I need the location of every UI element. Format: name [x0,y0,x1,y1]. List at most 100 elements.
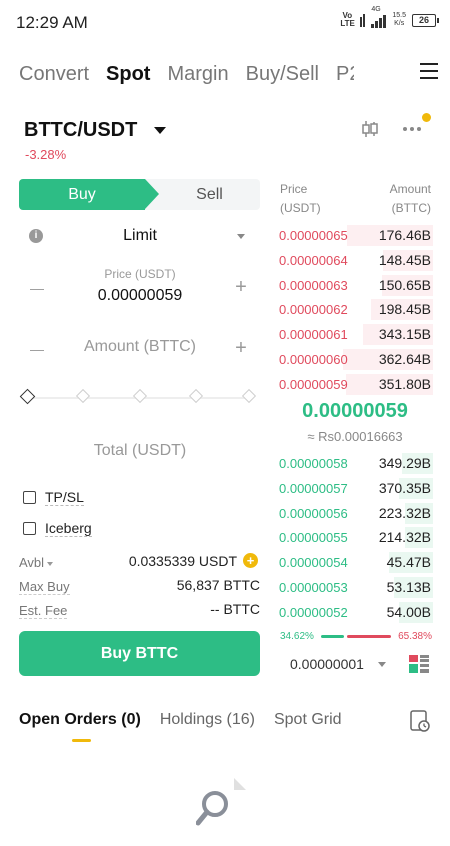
bid-row[interactable]: 0.00000056 223.32B [277,502,433,524]
caret-down-icon[interactable] [154,127,166,134]
slider-step-100[interactable] [241,388,257,404]
ask-row[interactable]: 0.00000062 198.45B [277,299,433,321]
price-label: Price (USDT) [104,267,176,281]
tab-open-orders[interactable]: Open Orders (0) [19,711,141,733]
bid-row[interactable]: 0.00000053 53.13B [277,577,433,598]
max-buy-label: Max Buy [19,579,70,595]
tab-convert[interactable]: Convert [19,63,89,86]
ask-amount: 362.64B [378,351,431,367]
bid-amount: 214.32B [378,529,431,546]
avbl-label[interactable]: Avbl [19,555,54,570]
ask-row[interactable]: 0.00000059 351.80B [277,373,433,395]
ask-price: 0.00000059 [279,376,348,392]
ask-price: 0.00000064 [279,252,348,268]
price-increase-button[interactable]: + [231,277,251,297]
info-icon[interactable]: i [29,229,43,243]
bid-price: 0.00000055 [279,530,348,546]
ob-price-header-unit: (USDT) [280,201,321,215]
iceberg-label[interactable]: Iceberg [45,520,92,537]
amount-decrease-button[interactable]: — [27,339,47,359]
ask-row[interactable]: 0.00000065 176.46B [277,225,433,246]
avbl-value: 0.0335339 USDT [128,553,237,569]
ask-price: 0.00000063 [279,277,348,293]
last-price[interactable]: 0.00000059 [277,400,433,423]
total-input[interactable]: Total (USDT) [60,442,220,460]
est-fee-value: -- BTTC [210,601,260,617]
amount-increase-button[interactable]: + [231,338,251,358]
empty-search-icon [196,778,246,826]
slider-step-75[interactable] [188,388,204,404]
ask-amount: 198.45B [378,301,431,318]
buy-ratio-bar [321,635,344,638]
bid-price: 0.00000053 [279,580,348,595]
battery-icon: 26 [412,13,439,27]
menu-icon[interactable] [420,63,438,79]
ob-amount-header: Amount (BTTC) [390,180,431,218]
tab-buy-sell[interactable]: Buy/Sell [246,63,319,86]
ask-price: 0.00000062 [279,302,348,318]
buy-bttc-button[interactable]: Buy BTTC [19,631,260,676]
ask-amount: 343.15B [378,326,431,343]
bid-row[interactable]: 0.00000058 349.29B [277,453,433,474]
bid-amount: 349.29B [378,455,431,471]
tab-spot-grid[interactable]: Spot Grid [274,711,342,733]
orders-tabs: Open Orders (0) Holdings (16) Spot Grid [19,711,361,733]
slider-handle[interactable] [19,388,36,405]
candlestick-chart-icon[interactable] [360,119,380,139]
price-change: -3.28% [25,147,67,162]
amount-input[interactable]: Amount (BTTC) [60,338,220,356]
notification-dot [422,113,431,122]
order-type-select[interactable]: Limit [100,227,180,245]
more-options-icon[interactable] [403,127,421,131]
slider-step-50[interactable] [132,388,148,404]
ob-amount-header-unit: (BTTC) [391,201,431,215]
bid-price: 0.00000058 [279,456,348,471]
ask-row[interactable]: 0.00000060 362.64B [277,349,433,370]
tpsl-label[interactable]: TP/SL [45,489,84,506]
fiat-price: ≈ Rs0.00016663 [307,429,403,444]
ask-row[interactable]: 0.00000064 148.45B [277,249,433,271]
sell-tab[interactable]: Sell [159,179,260,210]
ask-price: 0.00000061 [279,327,348,343]
deposit-plus-icon[interactable]: + [243,553,258,568]
bid-row[interactable]: 0.00000052 54.00B [277,601,433,623]
signal-icon: 4G [371,6,387,28]
bid-amount: 223.32B [378,504,431,521]
bid-row[interactable]: 0.00000055 214.32B [277,527,433,549]
bid-price: 0.00000052 [279,604,348,620]
precision-caret-icon[interactable] [378,662,386,667]
order-type-caret-icon[interactable] [237,234,245,239]
ob-price-header: Price (USDT) [280,180,321,218]
tpsl-checkbox[interactable] [23,491,36,504]
ob-amount-header-label: Amount [389,182,431,196]
iceberg-checkbox[interactable] [23,522,36,535]
ask-price: 0.00000065 [279,228,348,243]
buy-tab[interactable]: Buy [19,179,159,210]
tab-holdings[interactable]: Holdings (16) [160,711,255,733]
bid-row[interactable]: 0.00000054 45.47B [277,552,433,574]
tab-p2p[interactable]: P2P [336,63,354,86]
ask-amount: 351.80B [378,375,431,392]
ask-amount: 150.65B [378,276,431,293]
bid-row[interactable]: 0.00000057 370.35B [277,477,433,499]
status-time: 12:29 AM [16,13,88,32]
order-book-layout-icon[interactable] [409,655,429,673]
active-tab-indicator [72,739,91,742]
slider-step-25[interactable] [75,388,91,404]
tab-margin[interactable]: Margin [167,63,228,86]
ask-row[interactable]: 0.00000061 343.15B [277,324,433,346]
precision-select[interactable]: 0.00000001 [290,656,364,672]
net-speed-unit: K/s [394,20,405,27]
sell-ratio-bar [347,635,391,638]
net-speed: 15.5 K/s [392,12,406,28]
price-input[interactable]: 0.00000059 [60,287,220,305]
pair-selector[interactable]: BTTC/USDT [24,119,137,142]
ask-price: 0.00000060 [279,352,348,367]
order-history-icon[interactable] [410,710,430,732]
tab-spot[interactable]: Spot [106,63,150,86]
buy-ratio: 34.62% [280,631,314,642]
main-tabs: Convert Spot Margin Buy/Sell P2P [19,60,439,88]
bid-amount: 45.47B [386,554,431,571]
price-decrease-button[interactable]: — [27,278,47,298]
ask-row[interactable]: 0.00000063 150.65B [277,274,433,296]
